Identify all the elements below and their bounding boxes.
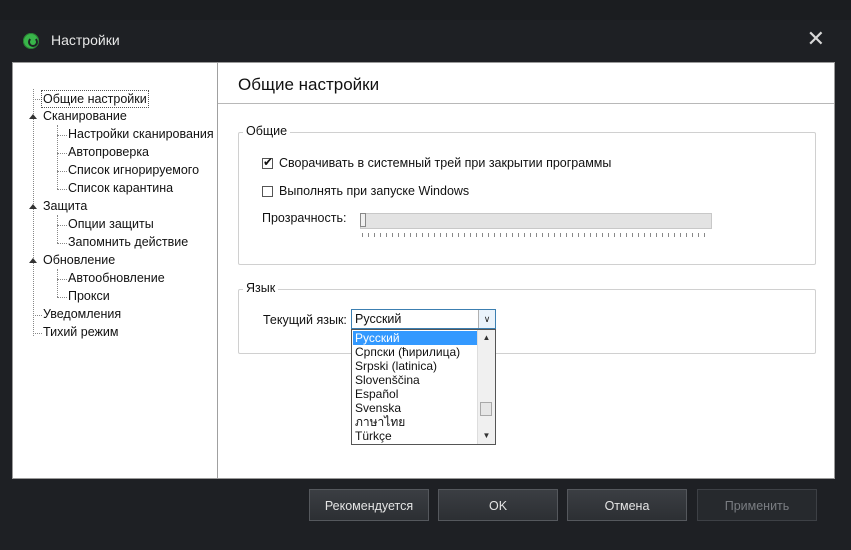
minimize-to-tray-checkbox[interactable] (262, 155, 273, 169)
tree-item-proxy[interactable]: Прокси (68, 288, 110, 304)
minimize-to-tray-label: Сворачивать в системный трей при закрыти… (279, 156, 612, 170)
scroll-up-icon[interactable]: ▲ (478, 330, 495, 346)
language-option[interactable]: Slovenščina (353, 373, 420, 387)
close-icon[interactable]: ✕ (807, 28, 825, 50)
expand-obnovlenie-icon[interactable] (29, 258, 37, 263)
language-select-value: Русский (355, 312, 402, 326)
language-option[interactable]: Svenska (353, 401, 401, 415)
general-group-label: Общие (243, 124, 291, 138)
app-logo-icon (23, 33, 39, 49)
language-option[interactable]: Srpski (latinica) (353, 359, 437, 373)
tree-item-quarantine-list[interactable]: Список карантина (68, 180, 173, 196)
tree-item-notifications[interactable]: Уведомления (43, 306, 121, 322)
tree-item-silent-mode[interactable]: Тихий режим (43, 324, 118, 340)
tree-item-autocheck[interactable]: Автопроверка (68, 144, 149, 160)
expand-zashchita-icon[interactable] (29, 204, 37, 209)
tree-item-ignore-list[interactable]: Список игнорируемого (68, 162, 199, 178)
divider (218, 103, 834, 104)
window-title: Настройки (51, 32, 120, 48)
settings-panel: Общие настройки Общие Сворачивать в сист… (218, 63, 834, 478)
minimize-to-tray-row[interactable]: Сворачивать в системный трей при закрыти… (262, 155, 612, 170)
language-option[interactable]: Español (353, 387, 398, 401)
tree-item-protection[interactable]: Защита (43, 198, 87, 214)
run-on-startup-row[interactable]: Выполнять при запуске Windows (262, 184, 469, 198)
tree-item-autoupdate[interactable]: Автообновление (68, 270, 165, 286)
general-group (238, 132, 816, 265)
language-dropdown: Русский Српски (ћирилица) Srpski (latini… (351, 329, 496, 445)
current-language-label: Текущий язык: (263, 313, 347, 327)
run-on-startup-label: Выполнять при запуске Windows (279, 184, 470, 198)
settings-tree: Общие настройки Сканирование Настройки с… (13, 63, 218, 478)
page-title: Общие настройки (238, 75, 380, 94)
settings-window: Настройки ✕ Общие настройки Сканирование… (0, 20, 851, 550)
tree-item-general-settings[interactable]: Общие настройки (41, 90, 149, 108)
chevron-down-icon[interactable]: ∨ (478, 310, 495, 328)
transparency-slider-thumb[interactable] (360, 213, 366, 227)
ok-button[interactable]: OK (438, 489, 558, 521)
expand-sканirovanie-icon[interactable] (29, 114, 37, 119)
language-option[interactable]: Српски (ћирилица) (353, 345, 460, 359)
language-group-label: Язык (243, 281, 279, 295)
language-select[interactable]: Русский ∨ (351, 309, 496, 329)
scrollbar-thumb[interactable] (480, 402, 492, 416)
transparency-slider[interactable] (360, 213, 712, 229)
cancel-button[interactable]: Отмена (567, 489, 687, 521)
settings-content: Общие настройки Сканирование Настройки с… (12, 62, 835, 479)
tree-item-protection-options[interactable]: Опции защиты (68, 216, 154, 232)
language-option[interactable]: Türkçe (353, 429, 392, 443)
tree-item-scanning[interactable]: Сканирование (43, 108, 127, 124)
title-bar: Настройки ✕ (0, 20, 851, 62)
language-option[interactable]: ภาษาไทย (353, 415, 405, 429)
tree-item-remember-action[interactable]: Запомнить действие (68, 234, 188, 250)
apply-button[interactable]: Применить (697, 489, 817, 521)
transparency-ticks (362, 233, 710, 237)
transparency-label: Прозрачность: (262, 211, 347, 225)
dropdown-scrollbar[interactable]: ▲ ▼ (477, 330, 495, 444)
tree-item-scan-settings[interactable]: Настройки сканирования (68, 126, 214, 142)
tree-item-update[interactable]: Обновление (43, 252, 115, 268)
recommended-button[interactable]: Рекомендуется (309, 489, 429, 521)
language-option[interactable]: Русский (353, 331, 478, 345)
run-on-startup-checkbox[interactable] (262, 185, 273, 197)
scroll-down-icon[interactable]: ▼ (478, 428, 495, 444)
